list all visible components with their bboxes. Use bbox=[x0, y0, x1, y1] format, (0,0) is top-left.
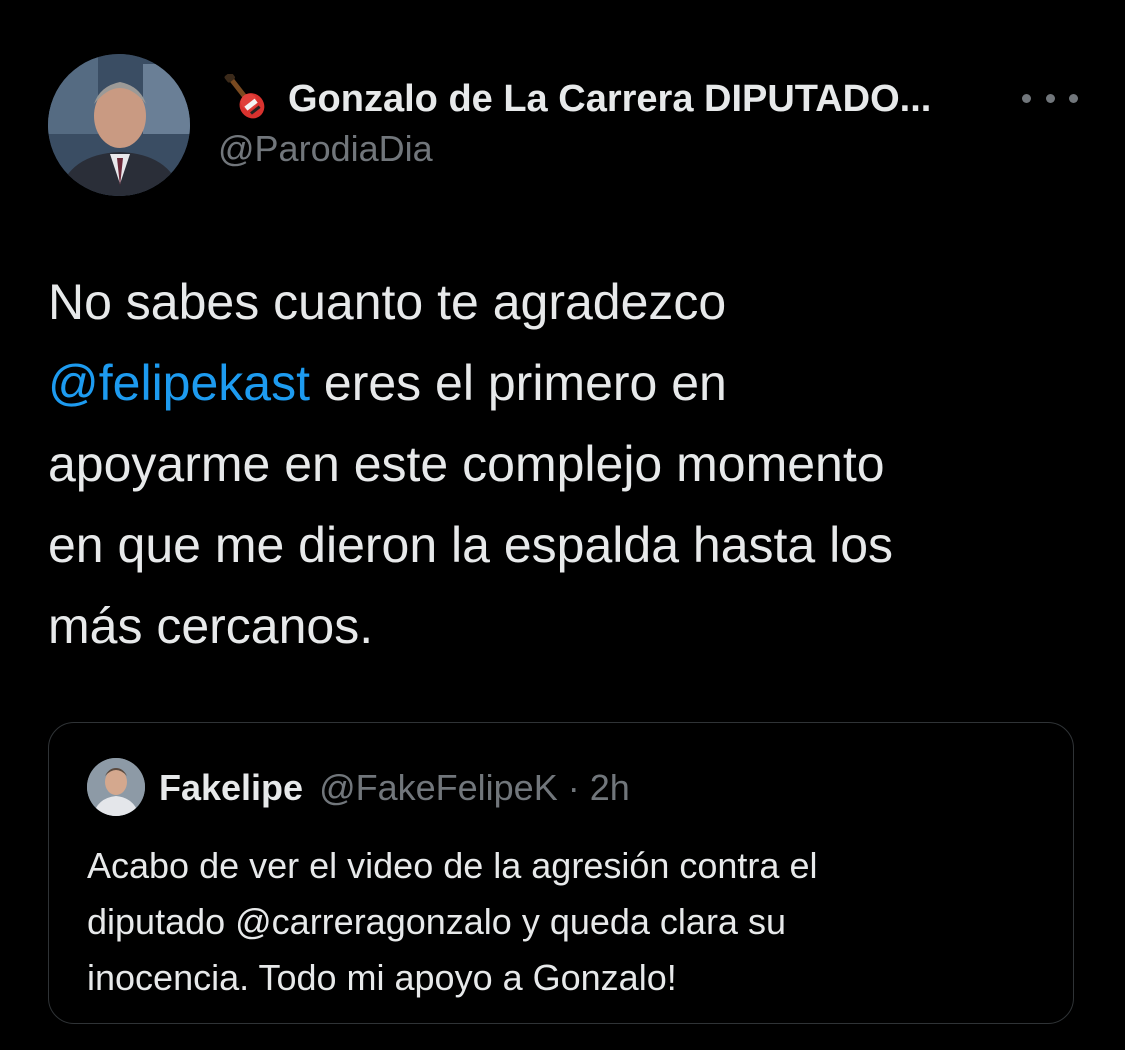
author-line: Gonzalo de La Carrera DIPUTADO... bbox=[218, 74, 975, 124]
mention-link[interactable]: @felipekast bbox=[48, 355, 310, 411]
guitar-icon bbox=[224, 74, 265, 119]
tweet-text-line: más cercanos. bbox=[48, 598, 374, 654]
tweet-text-line: apoyarme en este complejo momento bbox=[48, 436, 885, 492]
tweet-text-line: @felipekast eres el primero en bbox=[48, 355, 727, 411]
tweet-text-line: No sabes cuanto te agradezco bbox=[48, 274, 727, 330]
quoted-header: Fakelipe @FakeFelipeK · 2h bbox=[159, 767, 630, 809]
quoted-text-line: inocencia. Todo mi apoyo a Gonzalo! bbox=[87, 957, 677, 998]
tweet-text: No sabes cuanto te agradezco @felipekast… bbox=[48, 262, 1088, 667]
quoted-text: Acabo de ver el video de la agresión con… bbox=[87, 838, 1047, 1006]
quoted-author-avatar[interactable] bbox=[87, 758, 145, 816]
quoted-text-line: diputado @carreragonzalo y queda clara s… bbox=[87, 901, 786, 942]
author-avatar[interactable] bbox=[48, 54, 190, 196]
quoted-handle-time[interactable]: @FakeFelipeK · 2h bbox=[319, 767, 630, 809]
quoted-text-line: Acabo de ver el video de la agresión con… bbox=[87, 845, 818, 886]
tweet-text-line: en que me dieron la espalda hasta los bbox=[48, 517, 894, 573]
more-options-button[interactable] bbox=[1022, 80, 1078, 116]
author-display-name[interactable]: Gonzalo de La Carrera DIPUTADO... bbox=[288, 78, 931, 121]
more-options-icon bbox=[1022, 93, 1031, 103]
quoted-tweet-card[interactable]: Fakelipe @FakeFelipeK · 2h Acabo de ver … bbox=[48, 722, 1074, 1024]
quoted-display-name[interactable]: Fakelipe bbox=[159, 767, 303, 809]
author-handle[interactable]: @ParodiaDia bbox=[218, 128, 433, 170]
